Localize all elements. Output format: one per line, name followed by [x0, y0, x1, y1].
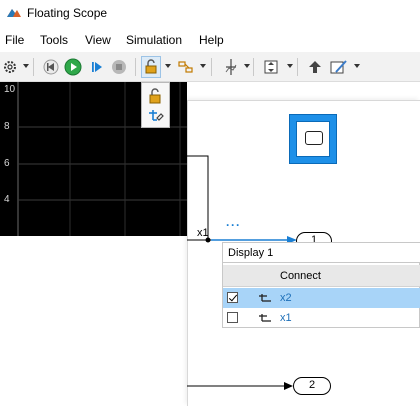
- style-icon: [330, 60, 347, 74]
- menu-tools[interactable]: Tools: [40, 33, 68, 47]
- display-select-value: Display 1: [228, 247, 274, 259]
- toolbar: [0, 52, 420, 82]
- lock-menu-item[interactable]: [147, 87, 165, 105]
- run-button[interactable]: [64, 56, 82, 78]
- menu-file[interactable]: File: [5, 33, 24, 47]
- menu-help[interactable]: Help: [199, 33, 224, 47]
- triggers-icon: [178, 61, 193, 73]
- stop-icon: [112, 60, 126, 74]
- y-tick-label: 8: [4, 121, 10, 132]
- list-header: Connect: [223, 265, 420, 287]
- y-tick-label: 4: [4, 194, 10, 205]
- signal-row-x1[interactable]: x1: [223, 308, 420, 328]
- step-forward-button[interactable]: [88, 56, 106, 78]
- triggers-dropdown-caret[interactable]: [200, 64, 206, 68]
- settings-button[interactable]: [2, 56, 18, 78]
- signal-row-x2[interactable]: x2: [223, 288, 420, 308]
- measurements-dropdown-caret[interactable]: [244, 64, 250, 68]
- stop-button[interactable]: [110, 56, 128, 78]
- outport-2[interactable]: 2: [293, 377, 331, 395]
- step-forward-icon: [92, 62, 102, 72]
- step-back-icon: [43, 59, 59, 75]
- toolbar-separator: [211, 58, 212, 76]
- signal-selector-lock-button[interactable]: [141, 56, 161, 78]
- display-select[interactable]: Display 1: [223, 243, 420, 263]
- toolbar-separator: [297, 58, 298, 76]
- matlab-scope-icon: [7, 9, 21, 17]
- floating-scope-window: Floating Scope File Tools View Simulatio…: [0, 0, 420, 236]
- connect-signal-menu-item[interactable]: [147, 107, 165, 125]
- connect-checkbox-x1[interactable]: [227, 312, 238, 323]
- lock-icon: [149, 88, 161, 104]
- column-header-connect: Connect: [280, 270, 321, 282]
- signal-selector-dropdown-caret[interactable]: [165, 64, 171, 68]
- outport-2-label: 2: [308, 379, 316, 391]
- menu-bar: File Tools View Simulation Help: [0, 28, 420, 50]
- triggers-button[interactable]: [176, 56, 196, 78]
- style-dropdown-caret[interactable]: [354, 64, 360, 68]
- connect-signal-icon: [149, 110, 164, 121]
- cursor-measurements-button[interactable]: [221, 56, 241, 78]
- signal-selector-dropdown: [141, 82, 170, 128]
- menu-view[interactable]: View: [85, 33, 111, 47]
- signal-label: x2: [280, 292, 292, 304]
- cursor-measurements-icon: [225, 59, 237, 75]
- autoscale-dropdown-caret[interactable]: [287, 64, 293, 68]
- menu-simulation[interactable]: Simulation: [126, 33, 182, 47]
- highlight-block-button[interactable]: [305, 56, 325, 78]
- autoscale-icon: [264, 60, 278, 74]
- signal-line-icon: [259, 294, 271, 302]
- settings-dropdown-caret[interactable]: [23, 64, 29, 68]
- signal-selector-lock-icon: [145, 59, 157, 74]
- toolbar-separator: [33, 58, 34, 76]
- window-title: Floating Scope: [27, 6, 108, 20]
- toolbar-separator: [253, 58, 254, 76]
- title-bar[interactable]: Floating Scope: [0, 0, 420, 26]
- y-tick-label: 6: [4, 158, 10, 169]
- signal-label: x1: [280, 312, 292, 324]
- connect-checkbox-x2[interactable]: [227, 292, 238, 303]
- settings-icon: [4, 61, 16, 73]
- toolbar-separator: [135, 58, 136, 76]
- run-icon: [64, 58, 82, 76]
- signal-line-icon: [259, 314, 271, 322]
- highlight-block-icon: [309, 61, 321, 73]
- signal-arrow-lower: [284, 382, 293, 390]
- y-tick-label: 10: [4, 84, 16, 95]
- autoscale-button[interactable]: [261, 56, 281, 78]
- step-back-button[interactable]: [42, 56, 60, 78]
- signal-selector-panel: Display 1 Connect x2 x1: [222, 242, 420, 328]
- style-button[interactable]: [329, 56, 349, 78]
